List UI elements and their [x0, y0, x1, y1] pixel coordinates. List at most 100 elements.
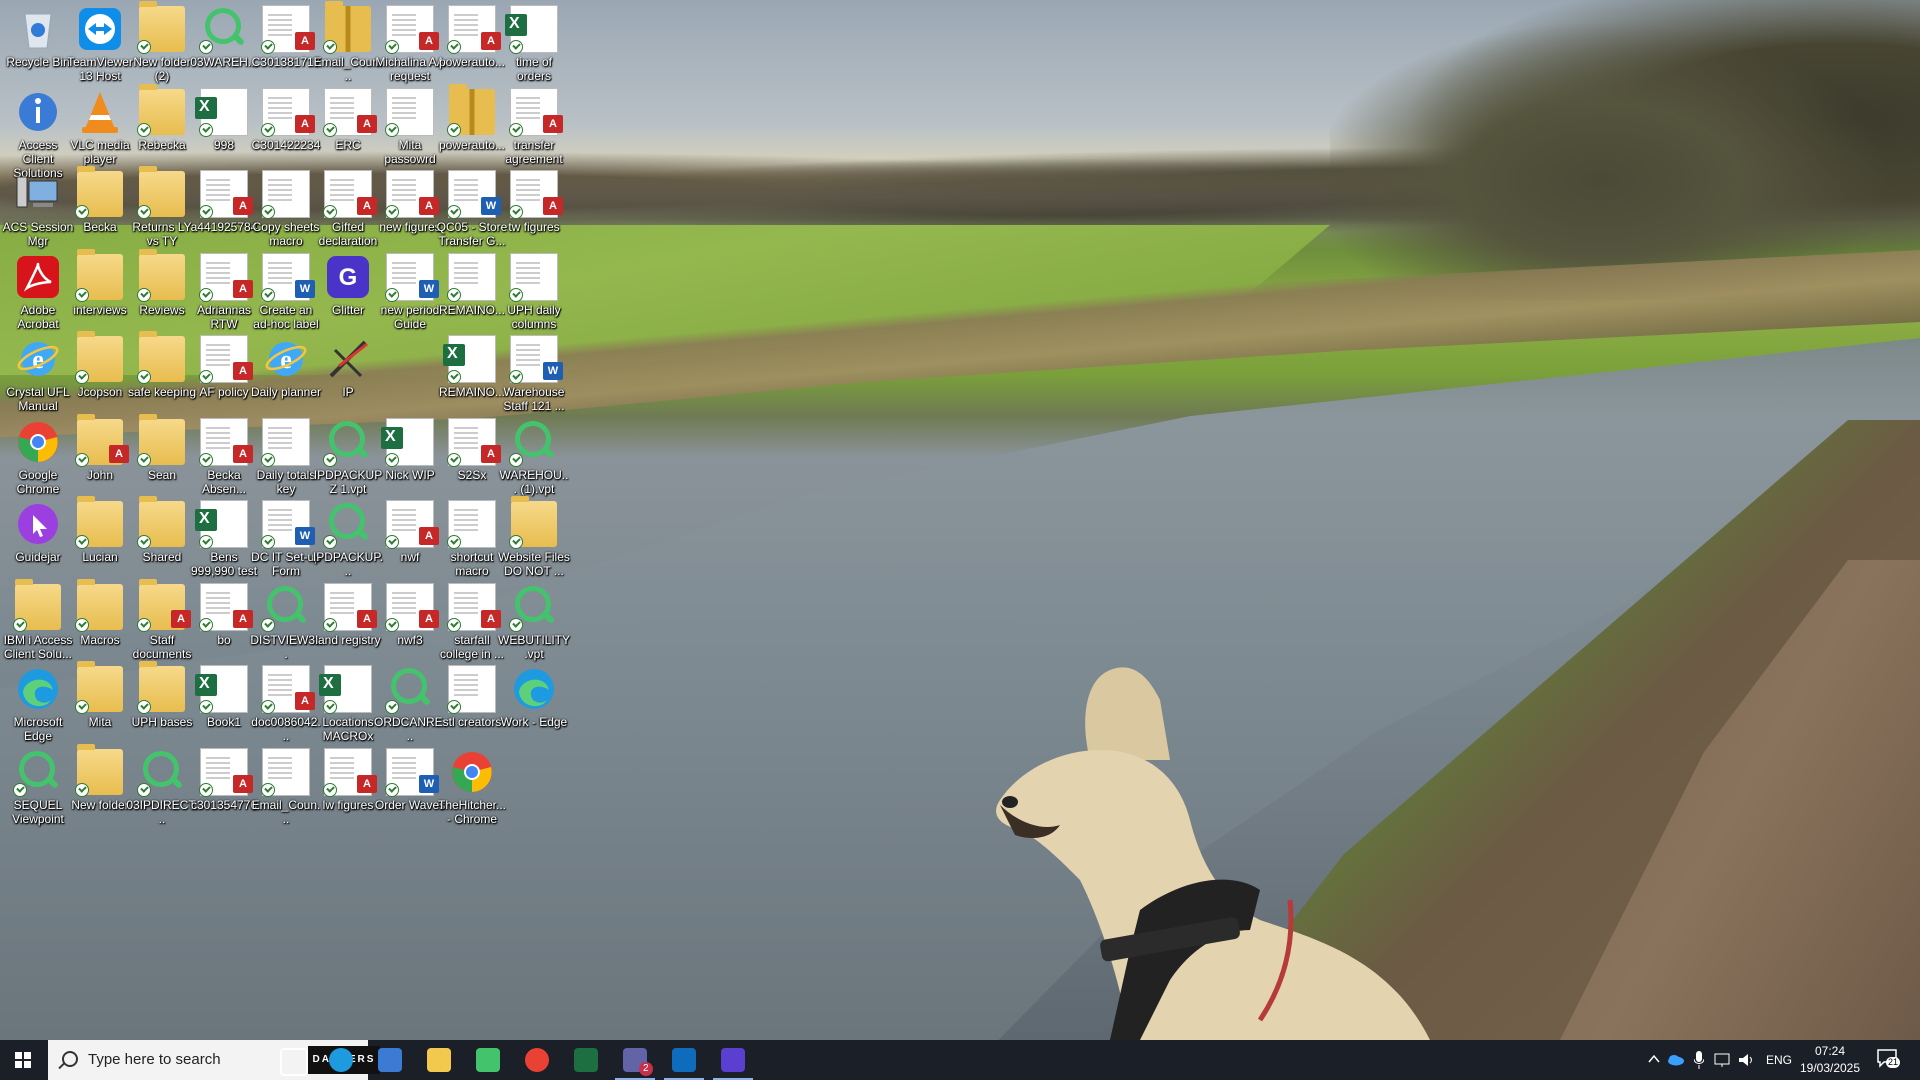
- pdf-file-icon: A: [385, 171, 439, 219]
- folder-icon: [137, 83, 185, 137]
- vlc-cone-icon: [77, 89, 123, 135]
- document-file-icon: [447, 501, 495, 549]
- onedrive-cloud-icon[interactable]: [1667, 1054, 1685, 1066]
- notification-center-button[interactable]: 21: [1876, 1048, 1901, 1070]
- desktop-icon-label: TheHitcher... - Chrome: [437, 797, 507, 826]
- sync-status-icon: [137, 370, 151, 384]
- folder-icon: [509, 496, 557, 549]
- sync-status-icon: [75, 452, 89, 467]
- sync-status-icon: [385, 700, 399, 714]
- sync-status-icon: [385, 205, 399, 219]
- sync-status-icon: [385, 40, 399, 54]
- sync-status-icon: [261, 205, 275, 219]
- search-placeholder: Type here to search: [88, 1051, 221, 1068]
- desktop-icon-label: time of orders: [515, 55, 552, 83]
- glitter-icon: [721, 1048, 745, 1072]
- sync-status-icon: [447, 287, 461, 302]
- desktop-icon-label: WEBUTILITY .vpt: [498, 632, 571, 661]
- taskbar-clock[interactable]: 07:24 19/03/2025: [1790, 1043, 1870, 1077]
- taskbar-glitter-button[interactable]: [709, 1040, 757, 1080]
- document-file-icon: [385, 88, 433, 137]
- sync-status-icon: [385, 782, 399, 797]
- folder-icon: [75, 248, 123, 302]
- excel-file-icon: [195, 501, 247, 549]
- taskbar-edge-button[interactable]: [317, 1040, 365, 1080]
- sync-status-icon: [509, 452, 523, 467]
- sync-status-icon: [199, 782, 213, 797]
- folder-icon: [137, 413, 185, 467]
- volume-icon[interactable]: [1738, 1052, 1756, 1068]
- taskbar-store-button[interactable]: [366, 1040, 414, 1080]
- sync-status-icon: [323, 700, 337, 714]
- edge-icon: [511, 666, 557, 712]
- taskbar-excel-button[interactable]: [562, 1040, 610, 1080]
- sync-status-icon: [137, 535, 151, 549]
- viewpoint-search-icon: [261, 584, 309, 632]
- guidejar-icon: [15, 501, 61, 547]
- taskbar-file-explorer-button[interactable]: [415, 1040, 463, 1080]
- taskbar-teams-button[interactable]: 2: [611, 1040, 659, 1080]
- sync-status-icon: [385, 122, 399, 137]
- pdf-file-icon: A: [447, 583, 501, 632]
- language-indicator[interactable]: ENG: [1766, 1053, 1792, 1067]
- sync-status-icon: [385, 535, 399, 549]
- task-view-icon: [280, 1048, 308, 1076]
- taskbar-search-app-button[interactable]: [464, 1040, 512, 1080]
- start-button[interactable]: [0, 1040, 46, 1080]
- viewpoint-search-icon: [323, 501, 371, 549]
- chrome-icon: [15, 419, 61, 465]
- clock-date: 19/03/2025: [1799, 1061, 1861, 1075]
- windows-logo-icon: [15, 1052, 31, 1068]
- taskbar-chrome-button[interactable]: [513, 1040, 561, 1080]
- desktop-icon-label: Warehouse Staff 121 ...: [503, 385, 565, 413]
- sync-status-icon: [509, 535, 523, 549]
- sync-status-icon: [199, 617, 213, 632]
- recycle-bin-icon: [15, 6, 61, 52]
- edge-icon: [15, 666, 61, 712]
- document-file-icon: [261, 418, 309, 467]
- word-file-icon: W: [385, 253, 439, 302]
- sync-status-icon: [323, 452, 337, 467]
- sync-status-icon: [137, 700, 151, 714]
- zip-folder-icon: [323, 1, 371, 54]
- pdf-file-icon: A: [261, 88, 315, 137]
- pdf-file-icon: A: [385, 583, 439, 632]
- folder-icon: [75, 743, 123, 797]
- sync-status-icon: [199, 370, 213, 384]
- pdf-file-icon: A: [509, 171, 563, 219]
- pdf-file-icon: A: [323, 171, 377, 219]
- pdf-file-icon: A: [199, 748, 253, 797]
- excel-file-icon: [443, 336, 495, 384]
- desktop-icon[interactable]: TheHitcher... - Chrome: [436, 743, 508, 843]
- sync-status-icon: [447, 535, 461, 549]
- desktop-icon-label: transfer agreement: [505, 137, 563, 166]
- desktop-icon-label: tw figures: [508, 220, 560, 234]
- adobe-acrobat-icon: [15, 254, 61, 300]
- sync-status-icon: [509, 40, 523, 54]
- sync-status-icon: [137, 452, 151, 467]
- desktop-icon-label: WAREHOU... (1).vpt: [499, 467, 569, 496]
- desktop-icon[interactable]: Work - Edge: [498, 660, 570, 760]
- microphone-icon[interactable]: [1694, 1051, 1704, 1069]
- clock-time: 07:24: [1814, 1044, 1846, 1058]
- search-app-icon: [476, 1048, 500, 1072]
- taskbar-task-view-button[interactable]: [268, 1040, 316, 1080]
- sync-status-icon: [447, 205, 461, 219]
- sync-status-icon: [447, 452, 461, 467]
- network-icon[interactable]: [1714, 1052, 1732, 1068]
- sync-status-icon: [261, 782, 275, 797]
- sync-status-icon: [137, 287, 151, 302]
- excel-file-icon: [505, 6, 557, 54]
- sync-status-icon: [199, 40, 213, 54]
- taskbar-outlook-button[interactable]: [660, 1040, 708, 1080]
- sync-status-icon: [199, 205, 213, 219]
- excel-icon: [574, 1048, 598, 1072]
- sync-status-icon: [323, 782, 337, 797]
- folder-icon: [75, 331, 123, 384]
- pdf-file-icon: A: [199, 253, 253, 302]
- sync-status-icon: [261, 452, 275, 467]
- chevron-up-icon[interactable]: [1648, 1054, 1660, 1064]
- viewpoint-search-icon: [509, 584, 557, 632]
- sync-status-icon: [447, 700, 461, 714]
- sync-status-icon: [137, 205, 151, 219]
